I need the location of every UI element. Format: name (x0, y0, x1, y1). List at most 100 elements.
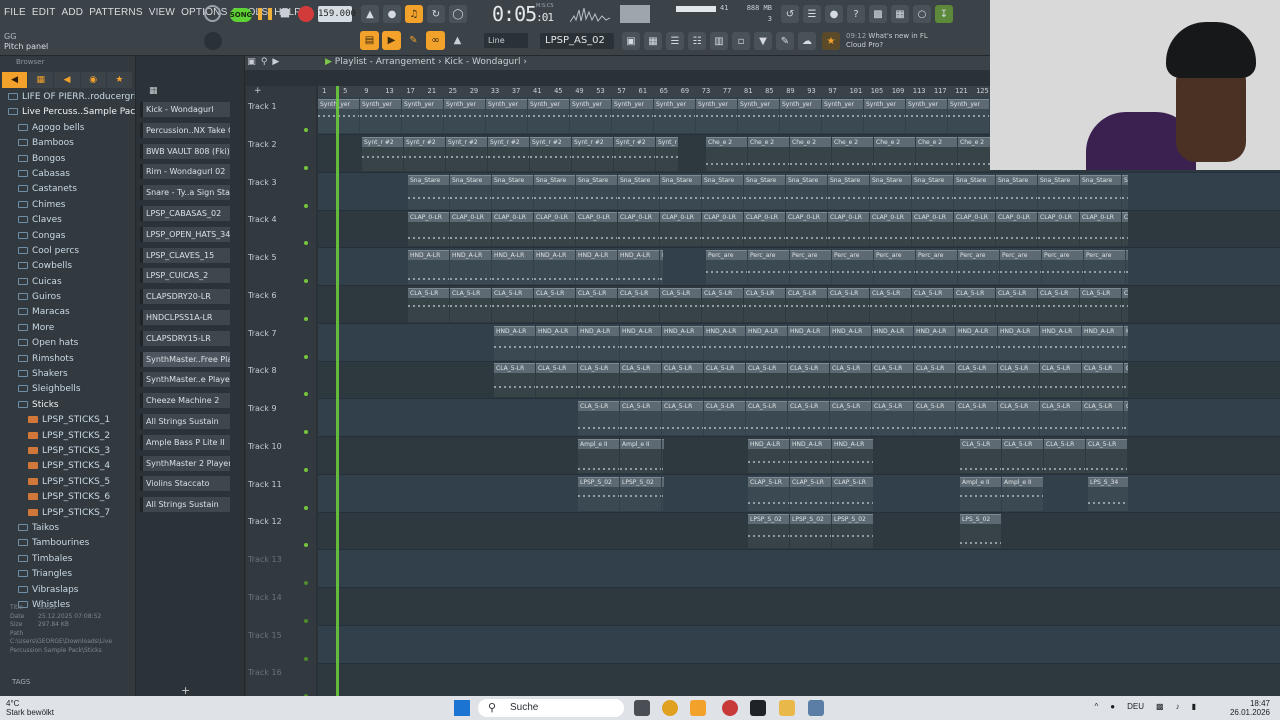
pattern-clip[interactable]: CLAP_0-LR (534, 212, 575, 223)
pattern-clip[interactable]: HND_A-LR (1040, 325, 1081, 336)
pattern-clip[interactable]: HND_A-LR (408, 250, 449, 260)
pattern-clip[interactable]: CLA_5-LR (998, 363, 1039, 374)
pattern-clip[interactable]: Synth_yer (654, 99, 695, 109)
pattern-clip[interactable]: Che_e 2 (874, 136, 915, 147)
pattern-clip[interactable]: Sna_Stare (702, 174, 743, 185)
channel-item[interactable]: CLAPSDRY20-LR (140, 289, 230, 305)
menu-item-edit[interactable]: EDIT (32, 7, 56, 18)
mic-icon[interactable]: ● (825, 5, 843, 23)
pattern-clip[interactable]: CLA_5-LR (1040, 401, 1081, 411)
pattern-clip[interactable]: Perc_are (790, 250, 831, 260)
pattern-clip[interactable]: CLAP_5-LR (748, 476, 789, 487)
pattern-clip[interactable]: CLA_5-LR (492, 287, 533, 298)
help-icon[interactable]: ? (847, 5, 865, 23)
pattern-clip[interactable]: Synt_r #2 (404, 136, 445, 147)
track-name[interactable]: Track 4 (248, 215, 277, 224)
browser-folder-item[interactable]: Cowbells (8, 259, 135, 274)
pattern-clip[interactable]: Sna_Stare (576, 174, 617, 185)
pattern-clip[interactable]: Perc_are (1084, 250, 1125, 260)
channel-item[interactable]: Kick - Wondagurl (140, 102, 230, 117)
pattern-clip[interactable]: Synth_yer (360, 99, 401, 109)
pattern-clip[interactable]: CLA_5-LR (830, 363, 871, 374)
blend-notes-icon[interactable]: ◯ (449, 5, 467, 23)
browser-folder-item[interactable]: Chimes (8, 198, 135, 213)
track-mute-led[interactable] (304, 279, 308, 283)
pattern-clip[interactable]: HND_A-LR (494, 325, 535, 336)
pattern-clip[interactable]: CLAP_0-LR (1038, 212, 1079, 223)
pattern-clip[interactable]: Synt_r #2 (530, 136, 571, 147)
pattern-clip[interactable]: CLAP_0-LR (870, 212, 911, 223)
browser-file-item[interactable]: LPSP_STICKS_1 (8, 413, 135, 428)
channel-item[interactable]: LPSP_OPEN_HATS_34 (140, 226, 230, 242)
pattern-clip[interactable]: LPSP_S_02 (578, 476, 619, 487)
pattern-clip[interactable]: Sna_Stare (786, 174, 827, 185)
pattern-clip[interactable]: CLA_5-LR (788, 401, 829, 411)
pattern-clip[interactable]: Synth_yer (822, 99, 863, 109)
pattern-clip[interactable]: CLAP_0-LR (702, 212, 743, 223)
piano-roll-shortcut-icon[interactable]: ▶ (382, 31, 401, 50)
pattern-clip[interactable]: CLAP_0-LR (576, 212, 617, 223)
pattern-clip[interactable]: CLA_5-LR (746, 401, 787, 411)
track-name[interactable]: Track 10 (248, 442, 282, 451)
pattern-clip[interactable]: HND_A-LR (914, 325, 955, 336)
pattern-clip[interactable]: Synth_yer (402, 99, 443, 109)
pattern-clip[interactable]: CLA_5-LR (620, 401, 661, 411)
browser-folder-item[interactable]: Bamboos (8, 136, 135, 151)
browser-back-icon[interactable]: ◀ (2, 72, 28, 88)
pattern-clip[interactable]: Perc_are (874, 250, 915, 260)
channel-item[interactable]: All Strings Sustain (140, 414, 230, 429)
metronome-icon[interactable]: ▲ (361, 5, 379, 23)
pattern-clip[interactable]: Ampl_e II (620, 438, 661, 449)
channel-item[interactable]: Cheeze Machine 2 (140, 393, 230, 409)
download-icon[interactable]: ↧ (935, 5, 953, 23)
pattern-clip[interactable]: LPSP_S_02 (790, 514, 831, 525)
chrome-icon[interactable] (662, 700, 678, 716)
pattern-clip[interactable]: HND_A-LR (1124, 325, 1128, 336)
track-name[interactable]: Track 5 (248, 253, 277, 262)
pattern-clip[interactable]: CLA_5-LR (1002, 438, 1043, 449)
browser-folder-item[interactable]: Taikos (8, 521, 135, 536)
browser-folder-item[interactable]: Vibraslaps (8, 583, 135, 598)
pattern-clip[interactable]: Synt_r #2 (614, 136, 655, 147)
menu-item-file[interactable]: FILE (4, 7, 26, 18)
pattern-clip[interactable]: Ampl_e II (1002, 476, 1043, 487)
pattern-clip[interactable]: CLA_5-LR (1082, 401, 1123, 411)
mixer-icon[interactable]: ☰ (803, 5, 821, 23)
taskbar-clock[interactable]: 18:47 26.01.2026 (1230, 699, 1270, 717)
track-name[interactable]: Track 7 (248, 329, 277, 338)
channel-item[interactable]: Violins Staccato (140, 476, 230, 492)
track-mute-led[interactable] (304, 505, 308, 510)
browser-folder-item[interactable]: LIFE OF PIERR..roducergrind (8, 90, 135, 105)
windows-start-icon[interactable] (454, 700, 470, 716)
track-mute-led[interactable] (304, 241, 308, 246)
menu-item-add[interactable]: ADD (62, 7, 84, 18)
fl-studio-icon[interactable] (690, 700, 706, 716)
pattern-clip[interactable]: CLA_5-LR (954, 287, 995, 298)
pattern-clip[interactable]: Perc_are (1042, 250, 1083, 260)
browser-folder-item[interactable]: Rimshots (8, 352, 135, 367)
pattern-clip[interactable]: HND_A-LR (790, 438, 831, 449)
tray-monitor-icon[interactable]: ▩ (1156, 702, 1164, 711)
pattern-select[interactable]: LPSP_AS_02 (540, 33, 614, 49)
pattern-clip[interactable]: HND_A-LR (788, 325, 829, 336)
track-name[interactable]: Track 13 (248, 555, 282, 564)
track-name[interactable]: Track 6 (248, 291, 277, 300)
browser-folder-item[interactable]: Cool percs (8, 244, 135, 259)
pattern-clip[interactable]: LPSP_S_02 (662, 476, 664, 487)
pattern-clip[interactable]: Synth_yer (738, 99, 779, 109)
track-mute-led[interactable] (304, 543, 308, 548)
track-name[interactable]: Track 16 (248, 668, 282, 677)
browser-folder-item[interactable]: Claves (8, 213, 135, 228)
browser-file-item[interactable]: LPSP_STICKS_4 (8, 459, 135, 474)
pattern-clip[interactable]: CLA_5-LR (620, 363, 661, 374)
track-mute-led[interactable] (304, 128, 308, 132)
channel-item[interactable]: SynthMaster 2 Player (140, 455, 230, 471)
pattern-clip[interactable]: Che_e 2 (916, 136, 957, 147)
pattern-clip[interactable]: Synth_yer (528, 99, 569, 109)
mixer-window-icon[interactable]: ☰ (666, 32, 684, 50)
weather-widget[interactable]: 4°C Stark bewölkt (6, 699, 54, 717)
pattern-clip[interactable]: Synt_r #2 (446, 136, 487, 147)
channel-item[interactable]: Percussion..NX Take Care (140, 122, 230, 138)
sliders-icon[interactable]: ☷ (688, 32, 706, 50)
pattern-clip[interactable]: CLA_5-LR (704, 401, 745, 411)
